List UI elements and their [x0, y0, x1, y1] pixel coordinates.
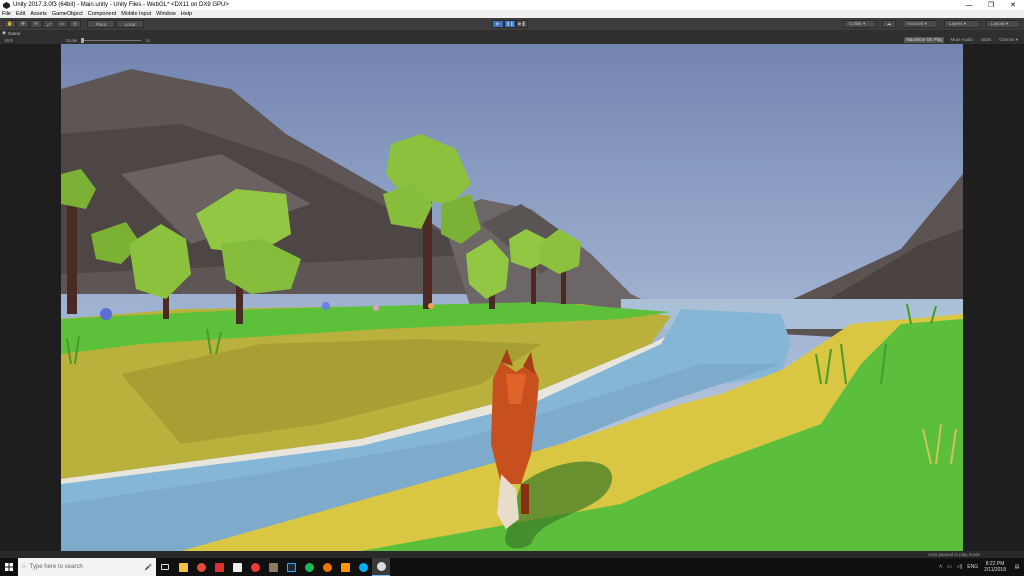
scale-label: Scale: [66, 37, 78, 43]
pause-icon[interactable]: ❚❚: [504, 20, 516, 28]
tray-arrow-icon[interactable]: ˄: [939, 564, 942, 570]
window-titlebar: Unity 2017.3.0f3 (64bit) - Main.unity - …: [0, 0, 1024, 10]
spotify-icon[interactable]: [300, 558, 318, 576]
game-scene: [61, 44, 963, 551]
game-viewport[interactable]: [61, 44, 963, 551]
cloud-icon[interactable]: ☁: [882, 20, 896, 28]
language-indicator[interactable]: ENG: [967, 564, 978, 570]
task-view-icon[interactable]: [156, 558, 174, 576]
windows-logo-icon: [5, 563, 13, 571]
hand-tool-icon[interactable]: ✋: [4, 20, 16, 28]
rotate-tool-icon[interactable]: ⟳: [30, 20, 42, 28]
pivot-toggle[interactable]: Pivot: [87, 20, 115, 28]
gizmos-dropdown[interactable]: Gizmos ▾: [997, 37, 1020, 43]
transform-tool-icon[interactable]: ◎: [69, 20, 81, 28]
gimp-icon[interactable]: [264, 558, 282, 576]
menu-bar: File Edit Assets GameObject Component Mo…: [0, 10, 1024, 18]
app-red-icon[interactable]: [210, 558, 228, 576]
playback-controls: ▶ ❚❚ ▶❚: [492, 20, 528, 28]
unity-logo-icon: [3, 1, 10, 9]
search-placeholder: Type here to search: [29, 564, 83, 570]
game-view-header: ◉ Game 16:9 Scale 1x Maximize On Play Mu…: [0, 30, 1024, 44]
menu-mobile-input[interactable]: Mobile Input: [121, 11, 151, 17]
maximize-on-play-toggle[interactable]: Maximize On Play: [904, 37, 945, 43]
mute-audio-toggle[interactable]: Mute Audio: [948, 37, 975, 43]
step-icon[interactable]: ▶❚: [516, 20, 528, 28]
volume-icon[interactable]: ◁): [957, 564, 963, 570]
aspect-dropdown[interactable]: 16:9: [4, 38, 13, 43]
stats-toggle[interactable]: Stats: [979, 37, 993, 43]
menu-component[interactable]: Component: [88, 11, 116, 17]
menu-assets[interactable]: Assets: [30, 11, 47, 17]
maximize-button[interactable]: ❐: [980, 0, 1002, 10]
collab-dropdown[interactable]: Collab ▾: [844, 20, 876, 28]
move-tool-icon[interactable]: ✥: [17, 20, 29, 28]
start-button[interactable]: [0, 558, 18, 576]
main-toolbar: ✋ ✥ ⟳ ⤢ ▭ ◎ Pivot Local ▶ ❚❚ ▶❚ Collab ▾…: [0, 18, 1024, 30]
menu-help[interactable]: Help: [181, 11, 192, 17]
scale-slider[interactable]: [81, 37, 142, 43]
windows-taskbar: ○ Type here to search 🎤 ˄ ▭ ◁) ENG 8:22 …: [0, 558, 1024, 576]
blender-icon[interactable]: [318, 558, 336, 576]
notifications-icon[interactable]: ▤: [1010, 558, 1024, 576]
close-button[interactable]: ✕: [1002, 0, 1024, 10]
taskbar-clock[interactable]: 8:22 PM 2/11/2018: [984, 561, 1006, 573]
skype-icon[interactable]: [354, 558, 372, 576]
microphone-icon[interactable]: 🎤: [145, 564, 152, 571]
scale-slider-knob[interactable]: [81, 37, 85, 43]
app-white-icon[interactable]: [228, 558, 246, 576]
window-title: Unity 2017.3.0f3 (64bit) - Main.unity - …: [13, 2, 229, 8]
menu-edit[interactable]: Edit: [16, 11, 25, 17]
menu-gameobject[interactable]: GameObject: [52, 11, 83, 17]
file-explorer-icon[interactable]: [174, 558, 192, 576]
unity-taskbar-icon[interactable]: [372, 558, 390, 576]
account-dropdown[interactable]: Account ▾: [902, 20, 938, 28]
status-text: Auto paused in play mode: [927, 552, 980, 557]
search-icon: ○: [22, 564, 26, 570]
scale-control: Scale 1x: [66, 37, 151, 43]
layers-dropdown[interactable]: Layers ▾: [944, 20, 980, 28]
menu-file[interactable]: File: [2, 11, 11, 17]
scale-value: 1x: [145, 37, 151, 43]
sublime-icon[interactable]: [336, 558, 354, 576]
scale-tool-icon[interactable]: ⤢: [43, 20, 55, 28]
network-icon[interactable]: ▭: [947, 564, 952, 570]
layout-dropdown[interactable]: Layout ▾: [986, 20, 1020, 28]
space-toggle[interactable]: Local: [116, 20, 144, 28]
game-tab-label: Game: [7, 30, 21, 36]
vivaldi-icon[interactable]: [246, 558, 264, 576]
menu-window[interactable]: Window: [156, 11, 176, 17]
photoshop-icon[interactable]: [282, 558, 300, 576]
minimize-button[interactable]: —: [958, 0, 980, 10]
status-bar: Auto paused in play mode: [0, 551, 1024, 558]
rect-tool-icon[interactable]: ▭: [56, 20, 68, 28]
system-tray: ˄ ▭ ◁) ENG 8:22 PM 2/11/2018 ▤: [934, 558, 1024, 576]
play-icon[interactable]: ▶: [492, 20, 504, 28]
clock-date: 2/11/2018: [984, 567, 1006, 573]
chrome-icon[interactable]: [192, 558, 210, 576]
taskbar-search-box[interactable]: ○ Type here to search 🎤: [18, 558, 156, 576]
